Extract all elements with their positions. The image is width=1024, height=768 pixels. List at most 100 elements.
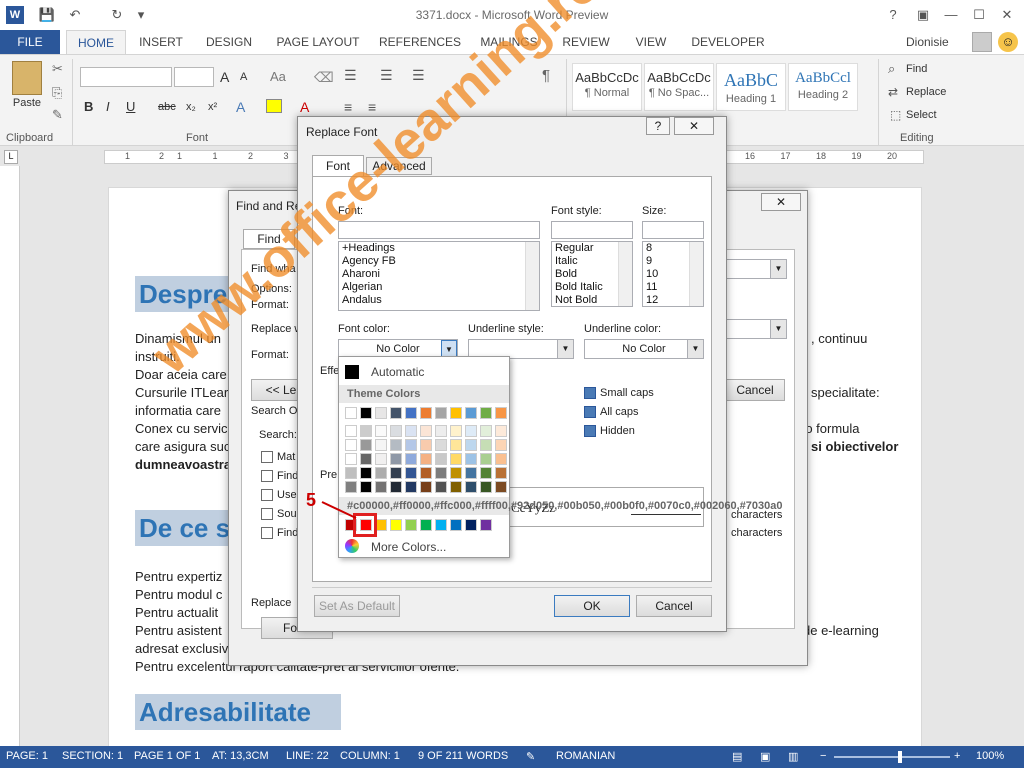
color-swatch[interactable] (465, 439, 477, 451)
style-heading-1[interactable]: AaBbC Heading 1 (716, 63, 786, 111)
style-normal[interactable]: AaBbCcDc ¶ Normal (572, 63, 642, 111)
align-center-icon[interactable]: ≡ (368, 99, 376, 115)
close-button[interactable]: ✕ (994, 4, 1020, 26)
style-heading-2[interactable]: AaBbCcl Heading 2 (788, 63, 858, 111)
chevron-down-icon[interactable]: ▼ (770, 320, 786, 338)
zoom-level[interactable]: 100% (976, 750, 1004, 762)
color-swatch[interactable] (435, 425, 447, 437)
format-painter-icon[interactable]: ✎ (52, 107, 63, 123)
color-swatch[interactable] (405, 481, 417, 493)
color-swatch[interactable] (405, 467, 417, 479)
tab-home[interactable]: HOME (66, 30, 126, 54)
hidden-checkbox[interactable] (584, 425, 596, 437)
use-wildcards-checkbox[interactable] (261, 489, 273, 501)
shrink-font-button[interactable]: A (240, 71, 247, 83)
scrollbar[interactable] (618, 242, 632, 306)
color-swatch[interactable] (360, 439, 372, 451)
color-swatch[interactable] (450, 439, 462, 451)
color-swatch[interactable] (420, 519, 432, 531)
grow-font-button[interactable]: A (220, 69, 229, 85)
color-swatch[interactable] (450, 467, 462, 479)
color-swatch[interactable] (375, 439, 387, 451)
status-at[interactable]: AT: 13,3CM (212, 750, 269, 762)
color-swatch[interactable] (435, 481, 447, 493)
color-swatch[interactable] (390, 439, 402, 451)
color-swatch[interactable] (345, 481, 357, 493)
font-name-combo[interactable] (80, 67, 172, 87)
copy-icon[interactable]: ⎘ (52, 85, 62, 101)
tab-developer[interactable]: DEVELOPER (688, 30, 768, 54)
zoom-slider-thumb[interactable] (898, 751, 902, 763)
tab-page-layout[interactable]: PAGE LAYOUT (270, 30, 366, 54)
color-swatch[interactable] (435, 467, 447, 479)
color-swatch[interactable] (495, 481, 507, 493)
style-no-spacing[interactable]: AaBbCcDc ¶ No Spac... (644, 63, 714, 111)
font-name-input[interactable] (338, 221, 540, 239)
color-swatch[interactable] (345, 453, 357, 465)
color-swatch[interactable] (480, 519, 492, 531)
underline-button[interactable]: U (126, 99, 135, 114)
find-all-forms-checkbox[interactable] (261, 527, 273, 539)
ok-button[interactable]: OK (554, 595, 630, 617)
list-item[interactable]: Agency FB (339, 255, 539, 268)
close-button[interactable]: ✕ (761, 193, 801, 211)
subscript-button[interactable]: x₂ (186, 101, 196, 113)
replace-button[interactable]: Replace (906, 86, 946, 98)
color-swatch[interactable] (420, 467, 432, 479)
find-whole-words-checkbox[interactable] (261, 470, 273, 482)
color-swatch[interactable] (405, 519, 417, 531)
color-swatch[interactable] (390, 519, 402, 531)
cancel-button[interactable]: Cancel (725, 379, 785, 401)
color-swatch[interactable] (450, 519, 462, 531)
color-swatch[interactable] (480, 439, 492, 451)
automatic-option[interactable]: Automatic (371, 365, 424, 379)
list-item[interactable]: +Headings (339, 242, 539, 255)
show-formatting-button[interactable]: ¶ (542, 67, 550, 84)
color-swatch[interactable] (360, 453, 372, 465)
color-swatch[interactable] (480, 407, 492, 419)
color-swatch[interactable] (495, 467, 507, 479)
change-case-button[interactable]: Aa (270, 69, 286, 84)
font-size-input[interactable] (642, 221, 704, 239)
color-swatch[interactable] (345, 407, 357, 419)
tab-selector[interactable]: L (4, 150, 18, 164)
color-swatch[interactable] (495, 425, 507, 437)
color-swatch[interactable] (405, 407, 417, 419)
color-swatch[interactable] (390, 467, 402, 479)
paste-button[interactable]: Paste (8, 97, 46, 109)
color-swatch[interactable] (405, 425, 417, 437)
list-item[interactable]: Andalus (339, 294, 539, 307)
color-swatch[interactable] (495, 439, 507, 451)
status-column[interactable]: COLUMN: 1 (340, 750, 400, 762)
list-item[interactable]: Algerian (339, 281, 539, 294)
chevron-down-icon[interactable]: ▼ (557, 340, 573, 358)
text-effects-icon[interactable]: A (236, 99, 245, 115)
help-icon[interactable]: ? (880, 4, 906, 26)
color-swatch[interactable] (390, 407, 402, 419)
zoom-slider[interactable] (834, 756, 950, 758)
tab-file[interactable]: FILE (0, 30, 60, 54)
font-color-icon[interactable]: A (300, 99, 309, 115)
color-swatch[interactable] (465, 407, 477, 419)
color-swatch[interactable] (390, 481, 402, 493)
color-swatch[interactable] (360, 407, 372, 419)
color-swatch[interactable] (480, 467, 492, 479)
match-case-checkbox[interactable] (261, 451, 273, 463)
automatic-swatch[interactable] (345, 365, 359, 379)
color-swatch[interactable] (375, 467, 387, 479)
zoom-in-icon[interactable]: + (954, 750, 960, 762)
find-button[interactable]: Find (906, 63, 927, 75)
tab-view[interactable]: VIEW (626, 30, 676, 54)
bold-button[interactable]: B (84, 99, 93, 114)
select-button[interactable]: Select (906, 109, 937, 121)
color-swatch[interactable] (435, 519, 447, 531)
font-list[interactable]: +Headings Agency FB Aharoni Algerian And… (338, 241, 540, 311)
smiley-feedback-icon[interactable]: ☺ (998, 32, 1018, 52)
color-swatch[interactable] (450, 481, 462, 493)
avatar[interactable] (972, 32, 992, 52)
bullets-icon[interactable]: ☰ (344, 67, 357, 84)
color-swatch[interactable] (345, 467, 357, 479)
status-line[interactable]: LINE: 22 (286, 750, 329, 762)
color-swatch[interactable] (420, 439, 432, 451)
font-style-list[interactable]: Regular Italic Bold Bold Italic Not Bold (551, 241, 633, 307)
